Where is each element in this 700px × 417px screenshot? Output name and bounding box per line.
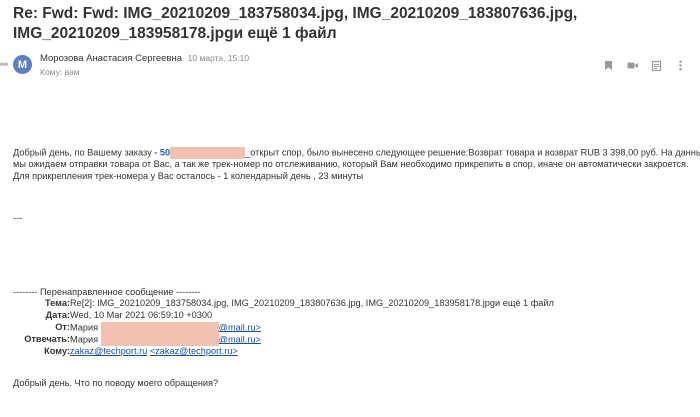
forward-reply-label: Отвечать: (24, 334, 70, 344)
redacted-email (100, 322, 219, 334)
more-icon[interactable] (675, 58, 686, 71)
forward-to-label: Кому: (44, 346, 70, 356)
forward-reply-name: Мария (70, 334, 99, 345)
message-text: Добрый день, по Вашему заказу (13, 147, 152, 158)
forward-reply-value: Мария @mail.ru> (70, 334, 261, 346)
forward-from-name: Мария (70, 322, 99, 333)
message-line-3: Для прикрепления трек-номера у Вас остал… (13, 171, 364, 181)
recipient-line[interactable]: Кому: вам (40, 67, 80, 77)
redacted-order-number (170, 147, 246, 159)
sender-line: Морозова Анастасия Сергеевна 10 марта, 1… (40, 53, 249, 64)
forward-header: -------- Перенаправленное сообщение ----… (13, 287, 201, 297)
message-actions (603, 58, 686, 72)
forward-to-email-link-2[interactable]: <zakaz@techport.ru> (150, 346, 238, 356)
forward-subject-value: Re[2]: IMG_20210209_183758034.jpg, IMG_2… (70, 298, 554, 308)
note-icon[interactable] (651, 58, 662, 72)
message-text: _открыт спор, было вынесено следующее ре… (245, 147, 700, 158)
bookmark-icon[interactable] (603, 58, 614, 70)
avatar[interactable]: М (13, 55, 32, 74)
signature-separator: --- (13, 213, 23, 223)
forward-to-email-link[interactable]: zakaz@techport.ru (70, 346, 147, 356)
reply-arrow-icon[interactable]: ➦ (0, 57, 9, 71)
forward-date-label: Дата: (45, 310, 70, 320)
redacted-email (100, 334, 219, 346)
closing-text: Добрый день. Что по поводу моего обращен… (13, 378, 219, 388)
forward-reply-email-link[interactable]: @mail.ru> (219, 334, 261, 344)
email-subject: Re: Fwd: Fwd: IMG_20210209_183758034.jpg… (13, 5, 578, 42)
order-separator: - (154, 147, 158, 158)
message-line-2: мы ожидаем отправки товара от Вас, а так… (13, 159, 689, 169)
sender-date: 10 марта, 15:10 (187, 53, 250, 63)
forward-date-value: Wed, 10 Mar 2021 06:59:10 +0300 (70, 310, 213, 320)
forward-from-value: Мария @mail.ru> (70, 322, 261, 334)
forward-from-label: От: (55, 322, 70, 332)
message-line-1: Добрый день, по Вашему заказу - 50 _откры… (13, 147, 700, 159)
order-number-link[interactable]: 50 (160, 147, 170, 157)
forward-from-email-link[interactable]: @mail.ru> (219, 322, 261, 332)
forward-to-value: zakaz@techport.ru <zakaz@techport.ru> (70, 346, 238, 357)
forward-subject-label: Тема: (45, 298, 70, 308)
video-icon[interactable] (627, 58, 638, 69)
sender-name[interactable]: Морозова Анастасия Сергеевна (40, 53, 182, 64)
